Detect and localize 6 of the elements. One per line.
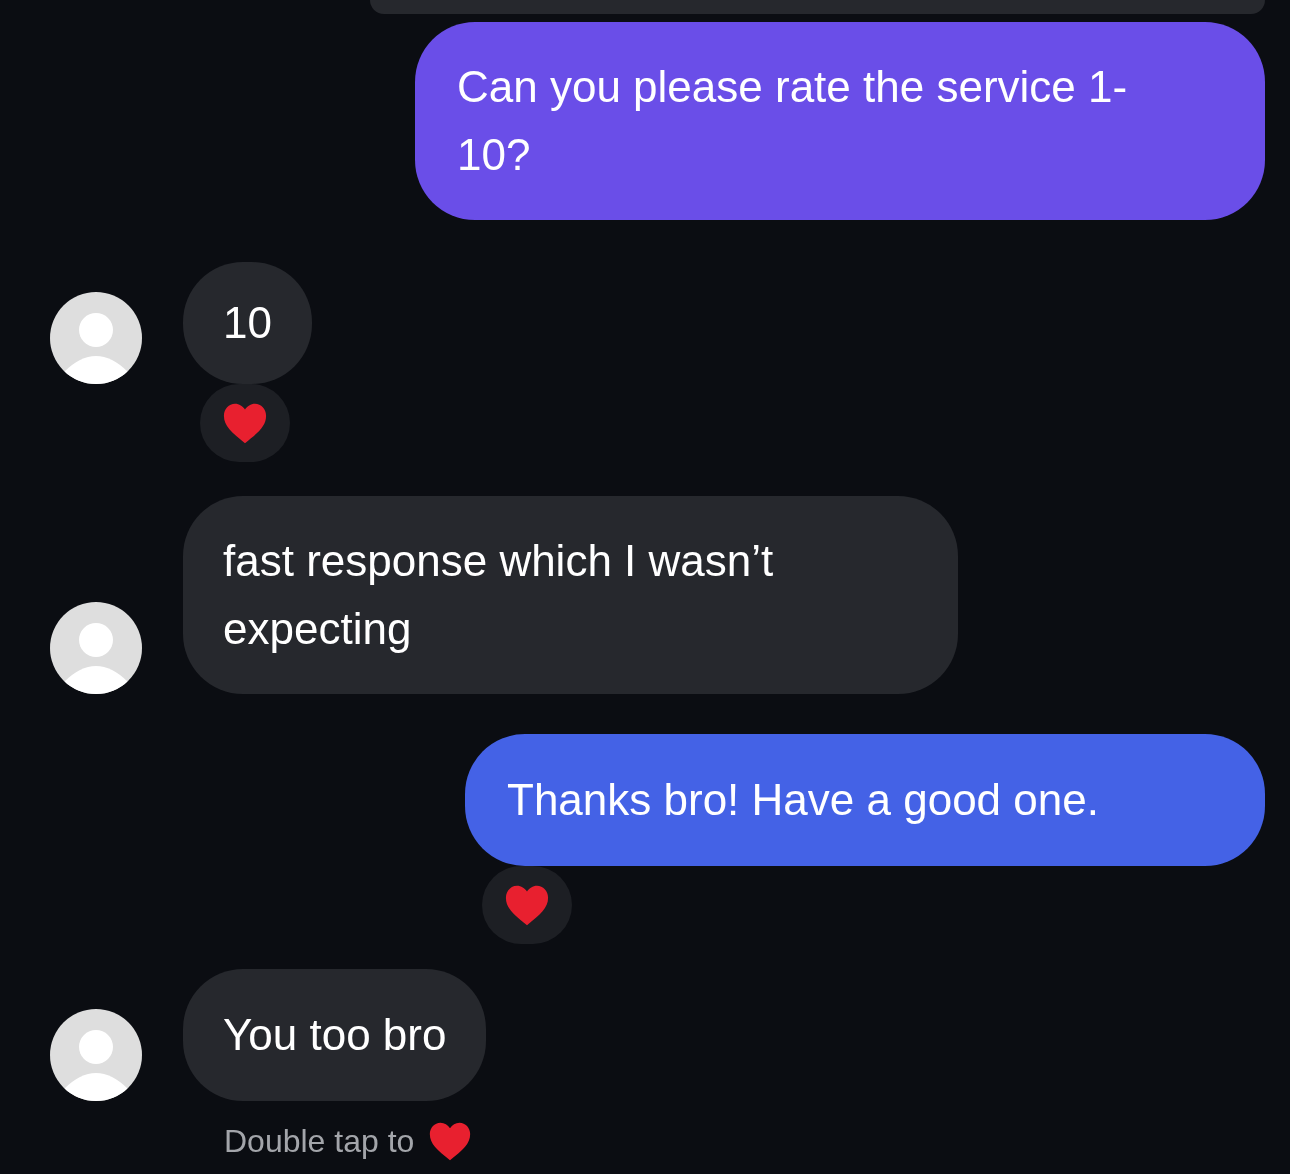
message-bubble[interactable]: fast response which I wasn’t expecting — [183, 496, 958, 694]
message-bubble[interactable]: You too bro — [183, 969, 487, 1101]
double-tap-hint: Double tap to — [224, 1122, 415, 1161]
message-bubble[interactable]: Thanks bro! Have a good one. — [465, 734, 1265, 866]
message-bubble[interactable]: Can you please rate the service 1-10? — [415, 22, 1265, 220]
message-bubble[interactable]: 10 — [183, 262, 312, 384]
